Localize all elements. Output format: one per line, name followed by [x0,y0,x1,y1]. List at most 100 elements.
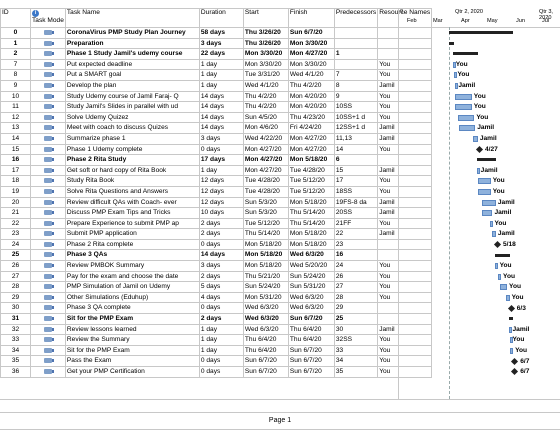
task-predecessors[interactable]: 11,13 [333,132,379,145]
task-mode[interactable] [30,291,66,304]
task-start[interactable]: Thu 4/2/20 [242,101,289,113]
task-finish[interactable]: Thu 5/14/20 [287,217,335,230]
task-predecessors[interactable]: 27 [333,281,379,293]
task-id[interactable]: 7 [0,58,31,71]
task-row[interactable]: 32 Review lessons learned 1 day Wed 6/3/20 T… [0,323,433,336]
task-bar[interactable] [477,178,491,185]
task-finish[interactable]: Thu 6/4/20 [287,334,335,346]
task-id[interactable]: 1 [0,37,31,50]
task-name[interactable]: Develop the plan [64,79,200,92]
task-finish[interactable]: Mon 4/27/20 [287,143,335,156]
task-predecessors[interactable] [333,37,379,50]
task-mode[interactable] [30,334,66,346]
task-name[interactable]: Study Rita Book [64,175,200,187]
task-finish[interactable]: Sun 5/24/20 [287,270,335,283]
task-name[interactable]: Phase 3 QAs [64,249,200,262]
task-finish[interactable]: Mon 4/27/20 [287,132,335,145]
task-mode[interactable] [30,27,66,39]
task-name[interactable]: CoronaVirus PMP Study Plan Journey [64,27,200,39]
task-predecessors[interactable] [333,58,379,71]
task-name[interactable]: Review lessons learned [64,323,200,336]
task-start[interactable]: Sun 4/5/20 [242,111,289,124]
task-start[interactable]: Mon 5/18/20 [242,238,289,251]
task-name[interactable]: Solve Rita Questions and Answers [64,185,200,198]
task-id[interactable]: 31 [0,313,31,325]
task-bar[interactable] [458,114,475,121]
task-finish[interactable]: Mon 5/18/20 [287,154,335,166]
task-start[interactable]: Mon 4/27/20 [242,143,289,156]
task-predecessors[interactable]: 1 [333,48,379,60]
task-mode[interactable] [30,355,66,367]
task-mode[interactable] [30,69,66,81]
task-predecessors[interactable]: 22 [333,228,379,240]
task-duration[interactable]: 1 day [198,323,244,336]
task-predecessors[interactable]: 14 [333,143,379,156]
task-row[interactable]: 28 PMP Simulation of Jamil on Udemy 5 days… [0,281,433,293]
task-predecessors[interactable]: 34 [333,355,379,367]
task-mode[interactable] [30,175,66,187]
task-mode[interactable] [30,154,66,166]
task-start[interactable]: Mon 5/18/20 [242,260,289,272]
task-id[interactable]: 12 [0,111,31,124]
task-start[interactable]: Wed 6/3/20 [242,313,289,325]
task-name[interactable]: Meet with coach to discuss Quizes [64,122,200,134]
task-duration[interactable]: 2 days [198,217,244,230]
task-mode[interactable] [30,249,66,262]
task-duration[interactable]: 14 days [198,249,244,262]
task-row[interactable]: 12 Solve Udemy Quizez 14 days Sun 4/5/20 Thu… [0,111,433,124]
task-start[interactable]: Sun 6/7/20 [242,366,289,378]
task-start[interactable]: Mon 3/30/20 [242,48,289,60]
task-name[interactable]: Review the Summary [64,334,200,346]
task-bar[interactable] [506,295,510,301]
task-id[interactable]: 27 [0,270,31,283]
milestone-diamond[interactable] [511,357,519,365]
task-finish[interactable]: Wed 6/3/20 [287,249,335,262]
task-duration[interactable]: 1 day [198,334,244,346]
task-predecessors[interactable]: 30 [333,323,379,336]
task-bar[interactable] [455,93,472,100]
task-start[interactable]: Wed 6/3/20 [242,302,289,315]
task-row[interactable]: 15 Phase 1 Udemy complete 0 days Mon 4/27/2… [0,143,433,156]
task-row[interactable]: 22 Prepare Experience to submit PMP ap 2 d… [0,217,433,230]
task-id[interactable]: 9 [0,79,31,92]
task-predecessors[interactable]: 28 [333,291,379,304]
task-row[interactable]: 33 Review the Summary 1 day Thu 6/4/20 Thu 6… [0,334,433,346]
task-row[interactable]: 17 Get soft or hard copy of Rita Book 1 da… [0,164,433,177]
task-row[interactable]: 20 Review difficult QAs with Coach- ever 1… [0,196,433,209]
task-mode[interactable] [30,270,66,283]
col-header-name[interactable]: Task Name [64,8,200,28]
task-row[interactable]: 35 Pass the Exam 0 days Sun 6/7/20 Sun 6/7/2… [0,355,433,367]
task-duration[interactable]: 0 days [198,302,244,315]
task-mode[interactable] [30,207,66,219]
task-bar[interactable] [455,104,472,111]
task-predecessors[interactable]: 21FF [333,217,379,230]
task-name[interactable]: Review PMBOK Summary [64,260,200,272]
task-mode[interactable] [30,344,66,357]
task-mode[interactable] [30,90,66,103]
task-start[interactable]: Thu 4/2/20 [242,90,289,103]
task-predecessors[interactable]: 17 [333,175,379,187]
task-name[interactable]: PMP Simulation of Jamil on Udemy [64,281,200,293]
task-start[interactable]: Sun 5/24/20 [242,281,289,293]
task-finish[interactable]: Sun 6/7/20 [287,355,335,367]
task-start[interactable]: Thu 6/4/20 [242,344,289,357]
task-predecessors[interactable]: 10SS+1 d [333,111,379,124]
task-finish[interactable]: Tue 4/28/20 [287,164,335,177]
task-duration[interactable]: 14 days [198,122,244,134]
task-finish[interactable]: Sun 6/7/20 [287,313,335,325]
task-duration[interactable]: 0 days [198,366,244,378]
task-finish[interactable]: Thu 6/4/20 [287,323,335,336]
task-duration[interactable]: 0 days [198,355,244,367]
task-id[interactable]: 25 [0,249,31,262]
task-bar[interactable] [495,263,499,270]
task-name[interactable]: Phase 2 Rita complete [64,238,200,251]
task-predecessors[interactable]: 6 [333,154,379,166]
task-mode[interactable] [30,164,66,177]
task-start[interactable]: Sun 6/7/20 [242,355,289,367]
task-name[interactable]: Put expected deadline [64,58,200,71]
task-mode[interactable] [30,111,66,124]
task-row[interactable]: 19 Solve Rita Questions and Answers 12 day… [0,185,433,198]
task-id[interactable]: 26 [0,260,31,272]
task-id[interactable]: 16 [0,154,31,166]
task-mode[interactable] [30,238,66,251]
